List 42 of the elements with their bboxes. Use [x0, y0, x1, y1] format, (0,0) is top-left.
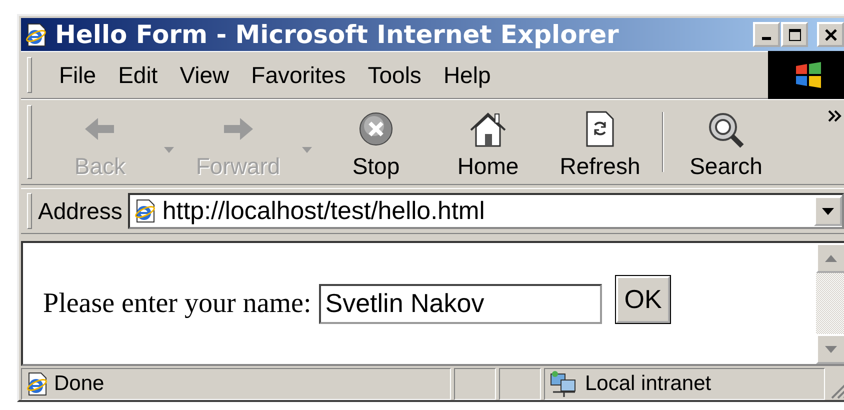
dropdown-arrow-icon	[822, 208, 834, 214]
menu-item[interactable]: Edit	[109, 58, 167, 92]
name-input[interactable]: Svetlin Nakov	[319, 284, 602, 324]
menu-item[interactable]: Tools	[358, 58, 430, 92]
toolbar-button[interactable]: Refresh	[544, 100, 656, 184]
scroll-up-button[interactable]	[816, 243, 844, 273]
menu-item[interactable]: Favorites	[242, 58, 355, 92]
minimize-button[interactable]	[753, 22, 780, 47]
status-pane	[499, 368, 541, 400]
window-title: Hello Form - Microsoft Internet Explorer	[55, 20, 620, 49]
zone-text: Local intranet	[585, 372, 712, 396]
menu-item[interactable]: Help	[434, 58, 500, 92]
toolbar-button[interactable]: Search	[670, 100, 782, 184]
dropdown-button[interactable]	[814, 196, 842, 226]
app-icon	[25, 22, 47, 46]
address-field[interactable]: http://localhost/test/hello.html	[128, 193, 844, 229]
menu-item[interactable]: File	[50, 58, 106, 92]
down-arrow-icon	[825, 346, 837, 352]
stop-icon	[358, 111, 394, 147]
browser-page-icon	[134, 199, 156, 223]
house-icon	[468, 110, 508, 148]
status-text: Done	[54, 372, 104, 396]
toolbar-button[interactable]: Home	[432, 100, 544, 184]
status-pane	[454, 368, 496, 400]
up-arrow-icon	[825, 254, 837, 262]
scroll-down-button[interactable]	[816, 334, 844, 364]
close-icon	[824, 28, 838, 42]
refresh-icon	[584, 110, 616, 148]
maximize-icon	[788, 28, 802, 42]
search-icon	[706, 110, 746, 148]
address-label: Address	[38, 198, 122, 224]
close-button[interactable]	[817, 22, 844, 47]
maximize-button[interactable]	[781, 22, 808, 47]
minimize-icon	[762, 37, 771, 40]
ok-button[interactable]: OK	[616, 276, 670, 323]
status-page-icon	[26, 372, 48, 396]
prompt-label: Please enter your name:	[43, 288, 312, 320]
menu-item[interactable]: View	[170, 58, 238, 92]
chevron-icon[interactable]	[828, 110, 842, 122]
toolbar-button[interactable]: Stop	[320, 100, 432, 184]
scrollbar[interactable]	[816, 243, 844, 364]
url-text: http://localhost/test/hello.html	[162, 196, 486, 226]
